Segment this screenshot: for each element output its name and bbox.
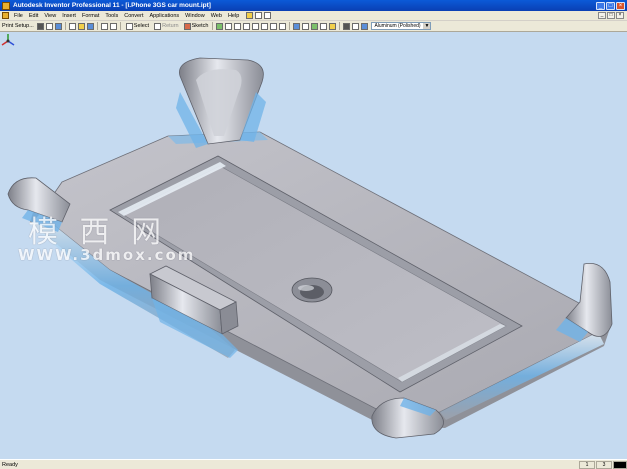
return-icon — [154, 22, 162, 30]
menu-file[interactable]: File — [11, 13, 26, 19]
folder-icon[interactable] — [246, 12, 254, 19]
color-style-icon[interactable] — [361, 22, 369, 30]
return-label: Return — [162, 23, 179, 29]
zoom-selected-icon[interactable] — [261, 22, 269, 30]
view-axis-icon — [1, 34, 15, 46]
separator — [96, 22, 98, 30]
print-icon[interactable] — [36, 22, 44, 30]
status-indicator — [613, 460, 627, 469]
undo-icon[interactable] — [100, 22, 108, 30]
title-bar: Autodesk Inventor Professional 11 - [i.P… — [0, 0, 627, 11]
menu-web[interactable]: Web — [208, 13, 225, 19]
new-file-icon[interactable] — [68, 22, 76, 30]
close-button[interactable]: × — [616, 1, 625, 10]
menu-applications[interactable]: Applications — [146, 13, 182, 19]
print-setup-button[interactable]: Print Setup... — [0, 22, 36, 31]
export-icon[interactable] — [54, 22, 62, 30]
return-button[interactable]: Return — [151, 22, 181, 31]
ground-shadow-icon[interactable] — [311, 22, 319, 30]
shaded-display-icon[interactable] — [293, 22, 301, 30]
print-setup-label: Print Setup... — [2, 23, 34, 29]
select-label: Select — [133, 23, 150, 29]
menu-convert[interactable]: Convert — [121, 13, 146, 19]
menu-view[interactable]: View — [41, 13, 59, 19]
select-button[interactable]: Select — [123, 22, 151, 31]
light-icon[interactable] — [329, 22, 337, 30]
document-icon[interactable] — [2, 12, 9, 19]
window-title: Autodesk Inventor Professional 11 - [i.P… — [13, 2, 211, 9]
redo-icon[interactable] — [109, 22, 117, 30]
menu-insert[interactable]: Insert — [59, 13, 79, 19]
save-icon[interactable] — [86, 22, 94, 30]
separator — [119, 22, 121, 30]
update-icon[interactable] — [216, 22, 224, 30]
maximize-button[interactable]: □ — [606, 1, 615, 10]
status-bar: Ready 1 3 — [0, 459, 627, 469]
status-cell-1: 1 — [579, 460, 595, 469]
document-controls: _ □ × — [598, 12, 624, 19]
status-cells: 1 3 — [578, 460, 627, 469]
center-hole-shine — [298, 285, 314, 291]
chevron-down-icon[interactable]: ▼ — [423, 23, 431, 29]
watermark-chinese: 模 西 网 — [28, 215, 168, 250]
menu-format[interactable]: Format — [79, 13, 102, 19]
graphics-viewport[interactable]: 模 西 网 WWW.3dmox.com — [0, 32, 627, 459]
menu-bar: File Edit View Insert Format Tools Conve… — [0, 11, 627, 21]
pan-icon[interactable] — [264, 12, 272, 19]
material-select-value: Aluminum (Polished) — [374, 23, 421, 29]
cursor-icon — [125, 22, 133, 30]
look-at-icon[interactable] — [279, 22, 287, 30]
menu-edit[interactable]: Edit — [26, 13, 41, 19]
separator — [289, 22, 291, 30]
zoom-window-icon[interactable] — [234, 22, 242, 30]
minimize-button[interactable]: _ — [596, 1, 605, 10]
separator — [339, 22, 341, 30]
zoom-icon[interactable] — [243, 22, 251, 30]
sketch-button[interactable]: Sketch — [181, 22, 211, 31]
section-view-icon[interactable] — [320, 22, 328, 30]
status-cell-2: 3 — [596, 460, 612, 469]
display-mode-icon[interactable] — [343, 22, 351, 30]
doc-minimize-button[interactable]: _ — [598, 12, 606, 19]
camera-icon[interactable] — [302, 22, 310, 30]
doc-restore-button[interactable]: □ — [607, 12, 615, 19]
sketch-label: Sketch — [191, 23, 209, 29]
window-controls: _ □ × — [596, 1, 625, 10]
pan-view-icon[interactable] — [252, 22, 260, 30]
separator — [212, 22, 214, 30]
rotate-icon[interactable] — [270, 22, 278, 30]
menu-tools[interactable]: Tools — [102, 13, 121, 19]
menu-window[interactable]: Window — [182, 13, 208, 19]
doc-close-button[interactable]: × — [616, 12, 624, 19]
separator — [64, 22, 66, 30]
grid-icon[interactable] — [255, 12, 263, 19]
material-select[interactable]: Aluminum (Polished) ▼ — [371, 22, 432, 30]
inventor-app-icon[interactable] — [2, 1, 10, 10]
status-text: Ready — [2, 461, 18, 468]
sketch-icon — [183, 22, 191, 30]
print-preview-icon[interactable] — [45, 22, 53, 30]
perspective-icon[interactable] — [352, 22, 360, 30]
watermark-url: WWW.3dmox.com — [18, 246, 196, 264]
open-file-icon[interactable] — [77, 22, 85, 30]
zoom-all-icon[interactable] — [225, 22, 233, 30]
standard-toolbar: Print Setup... Select Return Sketch Alum… — [0, 21, 627, 32]
menu-help[interactable]: Help — [225, 13, 242, 19]
